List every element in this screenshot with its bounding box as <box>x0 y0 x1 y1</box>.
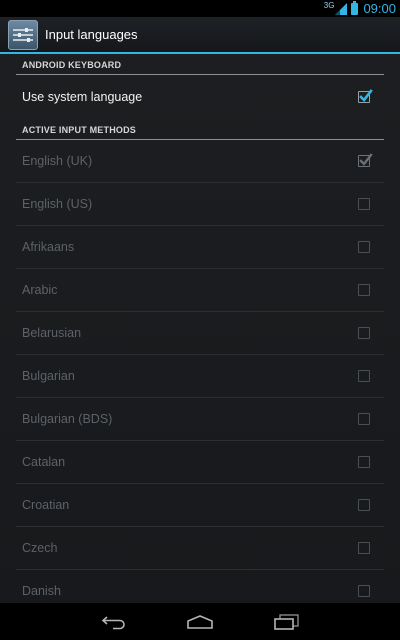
home-icon[interactable] <box>183 611 217 633</box>
recent-apps-icon[interactable] <box>269 611 303 633</box>
input-method-checkbox[interactable] <box>358 284 370 296</box>
input-method-row[interactable]: Afrikaans <box>16 226 384 269</box>
input-method-row[interactable]: Catalan <box>16 441 384 484</box>
network-type: 3G <box>323 1 335 10</box>
input-method-label: English (US) <box>22 197 93 211</box>
input-method-checkbox[interactable] <box>358 413 370 425</box>
input-method-label: Czech <box>22 541 58 555</box>
input-method-row[interactable]: Belarusian <box>16 312 384 355</box>
input-method-row[interactable]: Czech <box>16 527 384 570</box>
input-method-row[interactable]: Bulgarian (BDS) <box>16 398 384 441</box>
input-method-checkbox[interactable] <box>358 198 370 210</box>
input-method-row[interactable]: Croatian <box>16 484 384 527</box>
input-method-checkbox[interactable] <box>358 370 370 382</box>
input-method-label: Danish <box>22 584 61 598</box>
battery-icon <box>351 0 359 15</box>
use-system-language-row[interactable]: Use system language <box>16 75 384 119</box>
page-title: Input languages <box>45 27 138 42</box>
input-method-label: Arabic <box>22 283 58 297</box>
input-method-row[interactable]: Arabic <box>16 269 384 312</box>
input-method-label: Afrikaans <box>22 240 75 254</box>
clock: 09:00 <box>363 1 396 16</box>
input-method-label: Catalan <box>22 455 66 469</box>
input-method-checkbox[interactable] <box>358 153 373 167</box>
input-method-label: Bulgarian <box>22 369 75 383</box>
settings-sliders-icon[interactable] <box>8 19 38 50</box>
input-method-checkbox[interactable] <box>358 499 370 511</box>
input-method-label: Croatian <box>22 498 70 512</box>
input-method-row[interactable]: Bulgarian <box>16 355 384 398</box>
back-icon[interactable] <box>97 611 131 633</box>
input-method-checkbox[interactable] <box>358 585 370 597</box>
input-method-row[interactable]: English (UK) <box>16 140 384 183</box>
settings-list[interactable]: ANDROID KEYBOARD Use system language ACT… <box>0 54 400 603</box>
use-system-language-checkbox[interactable] <box>358 89 373 103</box>
input-method-label: Bulgarian (BDS) <box>22 412 113 426</box>
input-method-label: Belarusian <box>22 326 82 340</box>
signal-icon <box>335 2 348 15</box>
status-bar: 3G 09:00 <box>0 0 400 17</box>
language-list: English (UK) English (US) Afrikaans Arabic B… <box>0 140 400 603</box>
navigation-bar <box>0 603 400 640</box>
input-method-checkbox[interactable] <box>358 241 370 253</box>
use-system-language-label: Use system language <box>22 90 143 104</box>
input-method-checkbox[interactable] <box>358 456 370 468</box>
input-method-checkbox[interactable] <box>358 327 370 339</box>
input-method-row[interactable]: English (US) <box>16 183 384 226</box>
input-method-checkbox[interactable] <box>358 542 370 554</box>
input-method-row[interactable]: Danish <box>16 570 384 603</box>
input-method-label: English (UK) <box>22 154 93 168</box>
action-bar: Input languages <box>0 17 400 54</box>
section-header-active-input-methods: ACTIVE INPUT METHODS <box>16 119 384 140</box>
section-header-android-keyboard: ANDROID KEYBOARD <box>16 54 384 75</box>
